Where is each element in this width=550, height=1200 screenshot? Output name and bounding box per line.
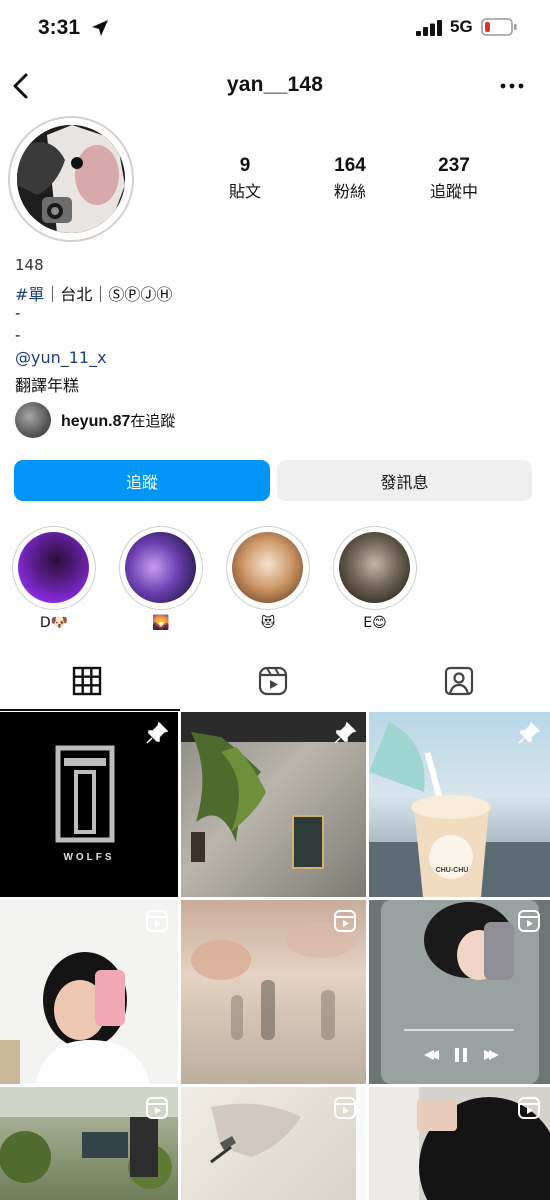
followed-by-text[interactable]: heyun.87在追蹤 [61, 410, 175, 431]
pinned-icon [146, 721, 169, 744]
mutual-follower-avatar[interactable] [15, 402, 51, 438]
highlight-4[interactable] [333, 526, 417, 610]
posts-count[interactable]: 9 貼文 [195, 155, 295, 202]
post-tile-4[interactable] [0, 900, 178, 1084]
post-tile-8[interactable] [181, 1087, 366, 1200]
mutual-follower-name: heyun.87 [61, 413, 131, 430]
following-value: 237 [438, 155, 470, 176]
followers-label: 粉絲 [333, 182, 366, 201]
bio-line-3: - [15, 304, 21, 322]
grid-tab-icon[interactable] [70, 664, 104, 698]
reel-icon [146, 1097, 168, 1119]
post-tile-3[interactable]: CHU-CHU [369, 712, 550, 897]
reel-icon [518, 910, 540, 932]
highlight-3-cover [232, 532, 303, 603]
status-bar: 3:31 5G [0, 0, 550, 56]
followers-count[interactable]: 164 粉絲 [300, 155, 400, 202]
post-tile-2[interactable] [181, 712, 366, 897]
bio-line-hashtags: #單｜台北｜ⓈⓅⒿⒽ [15, 281, 172, 305]
post-tile-7[interactable] [0, 1087, 178, 1200]
reel-icon [334, 1097, 356, 1119]
highlight-4-label: E😊 [363, 615, 387, 631]
status-time: 3:31 [38, 16, 81, 39]
followed-by-suffix: 在追蹤 [130, 412, 176, 430]
highlight-2-cover [125, 532, 196, 603]
followers-value: 164 [334, 155, 366, 176]
bio-hashtag[interactable]: #單 [15, 285, 44, 304]
more-options-icon[interactable] [498, 80, 526, 92]
battery-icon [481, 18, 517, 36]
following-count[interactable]: 237 追蹤中 [404, 155, 504, 202]
pinned-icon [334, 721, 357, 744]
avatar-photo [17, 125, 125, 233]
post-tile-5[interactable] [181, 900, 366, 1084]
profile-username: yan__148 [226, 73, 324, 96]
reel-icon [334, 910, 356, 932]
follow-button[interactable]: 追蹤 [14, 460, 270, 501]
bio-mention-link[interactable]: @yun_11_x [15, 348, 107, 367]
cat-avatar-image [17, 125, 125, 233]
following-label: 追蹤中 [429, 182, 478, 201]
wolfs-text: WOLFS [63, 852, 115, 863]
reel-icon [146, 910, 168, 932]
cup-label: CHU-CHU [435, 867, 469, 874]
highlight-1-label: D🐶 [39, 615, 69, 631]
highlight-1-cover [18, 532, 89, 603]
highlight-3-label: 😻 [260, 615, 276, 631]
post-tile-1[interactable]: WOLFS [0, 712, 178, 897]
bio-line-4: - [15, 326, 21, 344]
post-tile-9[interactable] [369, 1087, 550, 1200]
highlight-1[interactable] [12, 526, 96, 610]
tagged-tab-icon[interactable] [442, 664, 476, 698]
network-type: 5G [450, 17, 473, 36]
signal-icon [416, 20, 442, 36]
posts-value: 9 [239, 155, 251, 176]
profile-name: 148 [15, 256, 44, 274]
post-tile-6[interactable] [369, 900, 550, 1084]
highlight-2-label: 🌄 [152, 615, 170, 631]
highlight-3[interactable] [226, 526, 310, 610]
bio-line-6: 翻譯年糕 [15, 376, 80, 395]
bio-location: ｜台北｜ⓈⓅⒿⒽ [44, 285, 173, 304]
highlight-4-cover [339, 532, 410, 603]
reel-icon [518, 1097, 540, 1119]
message-button[interactable]: 發訊息 [277, 460, 532, 501]
pinned-icon [518, 721, 541, 744]
location-arrow-icon [92, 20, 108, 36]
active-tab-indicator [0, 709, 180, 711]
profile-avatar[interactable] [8, 116, 134, 242]
reels-tab-icon[interactable] [256, 664, 290, 698]
posts-label: 貼文 [228, 182, 261, 201]
highlight-2[interactable] [119, 526, 203, 610]
